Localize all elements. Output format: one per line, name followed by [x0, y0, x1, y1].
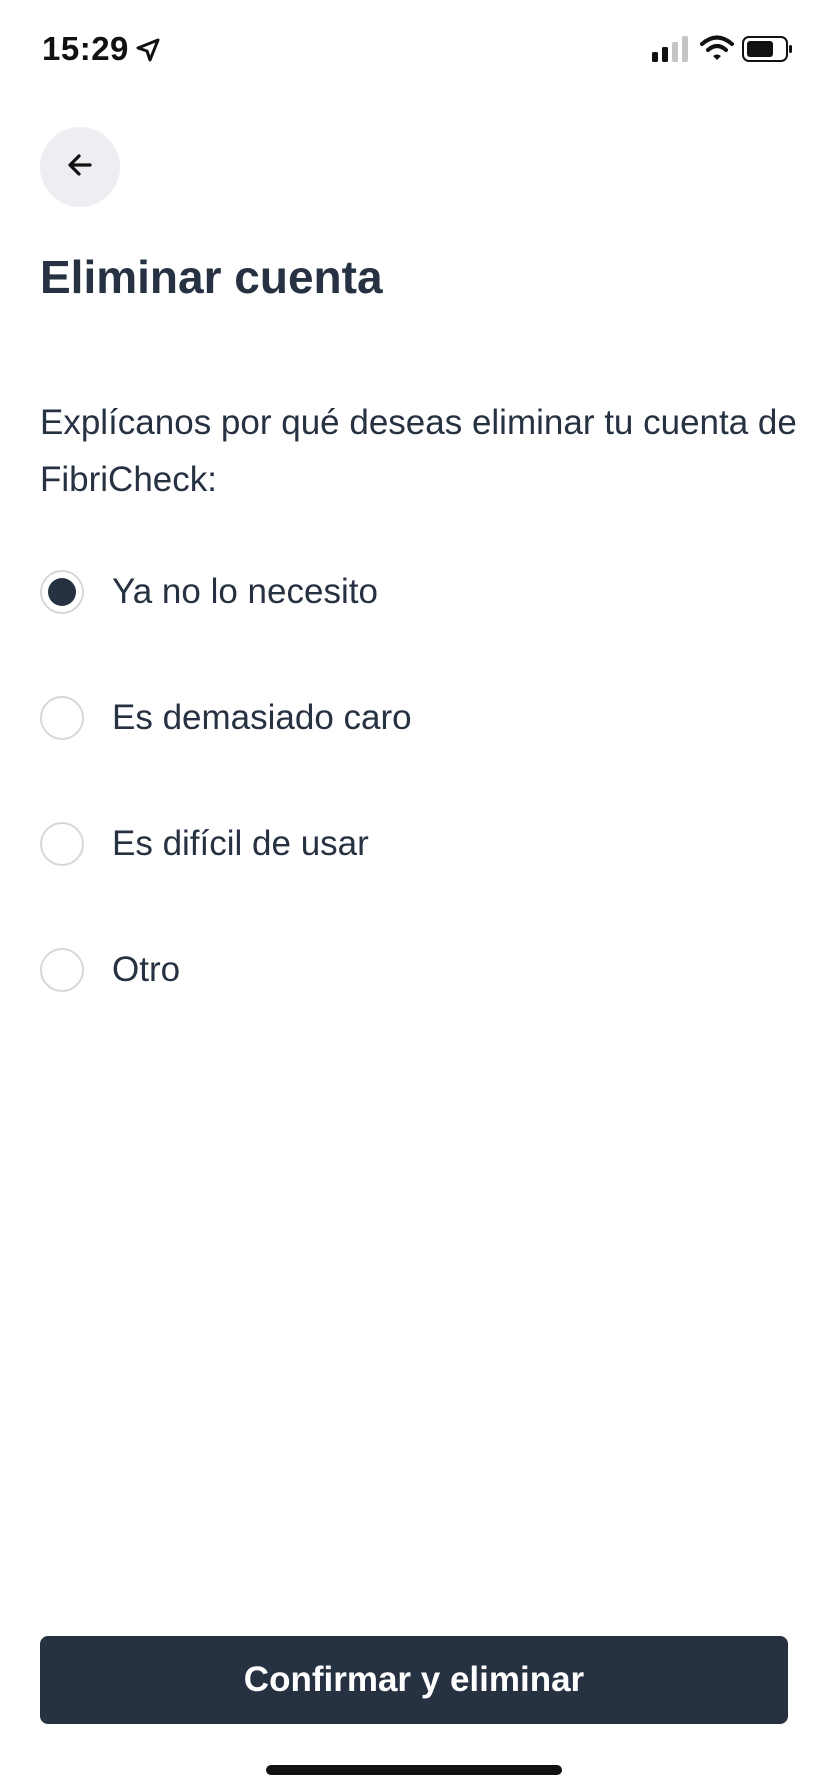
location-arrow-icon [134, 36, 162, 64]
page-title: Eliminar cuenta [40, 251, 383, 303]
reason-prompt: Explícanos por qué deseas eliminar tu cu… [40, 403, 797, 499]
reason-options: Ya no lo necesito Es demasiado caro Es d… [40, 570, 800, 1074]
back-button[interactable] [40, 127, 120, 207]
confirm-delete-button[interactable]: Confirmar y eliminar [40, 1636, 788, 1724]
radio-button[interactable] [40, 570, 84, 614]
cellular-signal-icon [652, 36, 690, 62]
arrow-left-icon [67, 152, 93, 183]
reason-option-too-expensive[interactable]: Es demasiado caro [40, 696, 800, 822]
reason-option-label: Ya no lo necesito [112, 572, 378, 611]
wifi-icon [700, 34, 734, 62]
radio-selected-dot [48, 578, 76, 606]
status-time: 15:29 [42, 30, 129, 67]
radio-button[interactable] [40, 822, 84, 866]
radio-button[interactable] [40, 948, 84, 992]
reason-option-other[interactable]: Otro [40, 948, 800, 1074]
reason-option-hard-to-use[interactable]: Es difícil de usar [40, 822, 800, 948]
reason-option-label: Es demasiado caro [112, 698, 412, 737]
battery-icon [742, 36, 794, 62]
reason-option-label: Otro [112, 950, 181, 989]
status-bar: 15:29 [0, 0, 828, 100]
radio-button[interactable] [40, 696, 84, 740]
reason-option-label: Es difícil de usar [112, 824, 369, 863]
reason-option-no-longer-needed[interactable]: Ya no lo necesito [40, 570, 800, 696]
home-indicator[interactable] [266, 1765, 562, 1775]
